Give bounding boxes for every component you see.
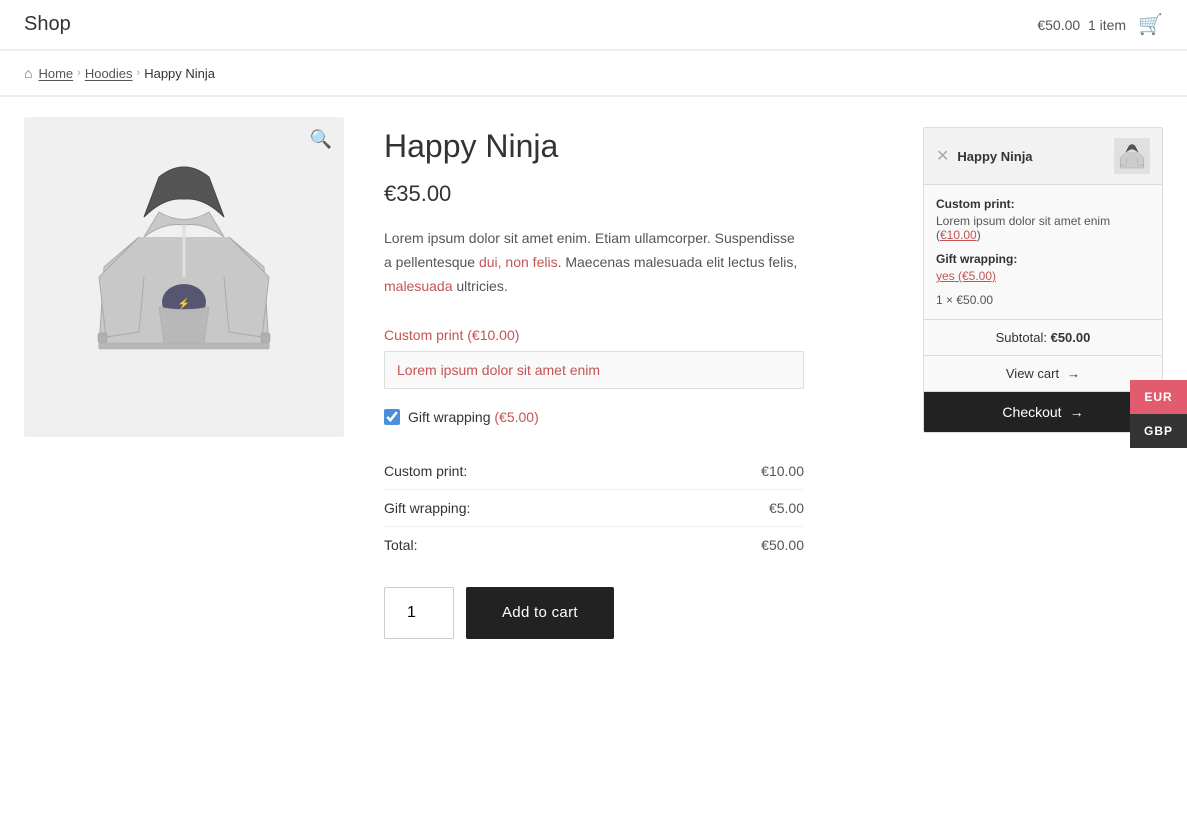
view-cart-label: View cart bbox=[1006, 366, 1059, 381]
cart-qty-price: 1 × €50.00 bbox=[936, 293, 1150, 307]
breadcrumb: ⌂ Home › Hoodies › Happy Ninja bbox=[0, 51, 1187, 96]
desc-link-1[interactable]: dui, non felis bbox=[479, 254, 558, 270]
product-title: Happy Ninja bbox=[384, 127, 923, 165]
cart-widget: ✕ Happy Ninja Custom print: Lorem ipsum … bbox=[923, 127, 1163, 433]
pricing-label-total: Total: bbox=[384, 537, 417, 553]
header-right: €50.00 1 item 🛒 bbox=[1037, 12, 1163, 37]
cart-custom-print-label: Custom print: bbox=[936, 197, 1150, 211]
currency-gbp-button[interactable]: GBP bbox=[1130, 414, 1187, 448]
breadcrumb-home[interactable]: Home bbox=[38, 66, 73, 81]
zoom-icon[interactable]: 🔍 bbox=[310, 129, 332, 150]
pricing-value-gift: €5.00 bbox=[769, 500, 804, 516]
sidebar-cart: ✕ Happy Ninja Custom print: Lorem ipsum … bbox=[923, 127, 1163, 639]
breadcrumb-separator-2: › bbox=[137, 67, 141, 79]
cart-icon[interactable]: 🛒 bbox=[1138, 12, 1163, 37]
cart-custom-print-value: Lorem ipsum dolor sit amet enim (€10.00) bbox=[936, 214, 1150, 242]
cart-amount: €50.00 1 item bbox=[1037, 17, 1126, 33]
gift-wrapping-row: Gift wrapping (€5.00) bbox=[384, 409, 923, 425]
breadcrumb-separator-1: › bbox=[77, 67, 81, 79]
add-to-cart-button[interactable]: Add to cart bbox=[466, 587, 614, 639]
product-image: 🔍 ⚡ bbox=[24, 117, 344, 437]
add-to-cart-row: Add to cart bbox=[384, 587, 923, 639]
currency-eur-button[interactable]: EUR bbox=[1130, 380, 1187, 414]
cart-gift-label: Gift wrapping: bbox=[936, 252, 1150, 266]
breadcrumb-current: Happy Ninja bbox=[144, 66, 215, 81]
main-container: 🔍 ⚡ bbox=[0, 97, 1187, 659]
pricing-row-gift: Gift wrapping: €5.00 bbox=[384, 490, 804, 527]
cart-subtotal: Subtotal: €50.00 bbox=[924, 320, 1162, 356]
gift-wrapping-checkbox[interactable] bbox=[384, 409, 400, 425]
view-cart-arrow: → bbox=[1067, 366, 1080, 381]
gift-wrapping-label[interactable]: Gift wrapping (€5.00) bbox=[408, 409, 539, 425]
cart-subtotal-label: Subtotal: bbox=[996, 330, 1047, 345]
breadcrumb-hoodies[interactable]: Hoodies bbox=[85, 66, 133, 81]
currency-switcher: EUR GBP bbox=[1130, 380, 1187, 448]
cart-widget-body: Custom print: Lorem ipsum dolor sit amet… bbox=[924, 185, 1162, 320]
desc-link-2[interactable]: malesuada bbox=[384, 278, 453, 294]
cart-gift-value: yes (€5.00) bbox=[936, 269, 1150, 283]
pricing-label-gift: Gift wrapping: bbox=[384, 500, 470, 516]
view-cart-button[interactable]: View cart → bbox=[924, 356, 1162, 392]
cart-remove-icon[interactable]: ✕ bbox=[936, 146, 949, 166]
hoodie-illustration: ⚡ bbox=[84, 147, 284, 407]
pricing-row-custom-print: Custom print: €10.00 bbox=[384, 453, 804, 490]
pricing-label-custom-print: Custom print: bbox=[384, 463, 467, 479]
home-icon: ⌂ bbox=[24, 65, 32, 81]
custom-print-label: Custom print (€10.00) bbox=[384, 327, 923, 343]
custom-print-input[interactable] bbox=[384, 351, 804, 389]
cart-subtotal-value: €50.00 bbox=[1051, 330, 1091, 345]
product-description: Lorem ipsum dolor sit amet enim. Etiam u… bbox=[384, 227, 804, 298]
cart-product-thumbnail bbox=[1114, 138, 1150, 174]
shop-logo[interactable]: Shop bbox=[24, 13, 71, 36]
pricing-value-total: €50.00 bbox=[761, 537, 804, 553]
cart-custom-print-price-link[interactable]: €10.00 bbox=[940, 228, 977, 242]
cart-thumb-svg bbox=[1116, 140, 1148, 172]
cart-gift-value-link[interactable]: yes (€5.00) bbox=[936, 269, 996, 283]
product-details: Happy Ninja €35.00 Lorem ipsum dolor sit… bbox=[384, 117, 923, 639]
cart-product-name: Happy Ninja bbox=[957, 149, 1106, 164]
pricing-table: Custom print: €10.00 Gift wrapping: €5.0… bbox=[384, 453, 804, 563]
cart-widget-header: ✕ Happy Ninja bbox=[924, 128, 1162, 185]
product-section: 🔍 ⚡ bbox=[24, 117, 923, 639]
checkout-arrow: → bbox=[1070, 404, 1084, 420]
pricing-value-custom-print: €10.00 bbox=[761, 463, 804, 479]
svg-text:⚡: ⚡ bbox=[178, 297, 190, 310]
checkout-button[interactable]: Checkout → bbox=[924, 392, 1162, 432]
header: Shop €50.00 1 item 🛒 bbox=[0, 0, 1187, 50]
pricing-row-total: Total: €50.00 bbox=[384, 527, 804, 563]
product-price: €35.00 bbox=[384, 181, 923, 207]
checkout-label: Checkout bbox=[1002, 404, 1061, 420]
quantity-input[interactable] bbox=[384, 587, 454, 639]
